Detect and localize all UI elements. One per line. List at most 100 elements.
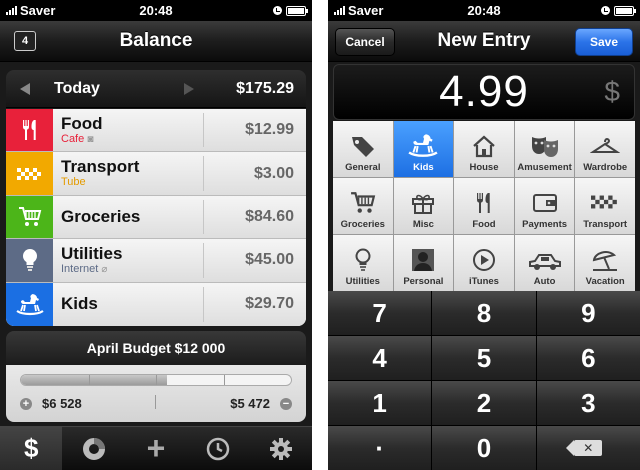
key-1[interactable]: 1 bbox=[328, 381, 432, 425]
category-label: Wardrobe bbox=[583, 162, 628, 173]
category-general[interactable]: General bbox=[333, 121, 393, 177]
utilities-color-tile bbox=[6, 239, 53, 282]
budget-progress-bar bbox=[20, 374, 292, 386]
tab-add-entry[interactable]: + bbox=[125, 427, 187, 470]
category-kids[interactable]: Kids bbox=[393, 121, 454, 177]
next-day-icon[interactable] bbox=[184, 82, 194, 95]
row-separator bbox=[194, 113, 204, 148]
category-amount: $3.00 bbox=[253, 164, 294, 182]
tab-reports[interactable] bbox=[62, 427, 124, 470]
category-misc[interactable]: Misc bbox=[393, 178, 454, 234]
category-amusement[interactable]: Amusement bbox=[514, 121, 575, 177]
category-name: Kids bbox=[61, 294, 98, 314]
key-6[interactable]: 6 bbox=[536, 336, 640, 380]
row-separator bbox=[194, 156, 204, 191]
category-amount: $45.00 bbox=[245, 251, 294, 269]
budget-divider bbox=[155, 395, 156, 409]
category-row-transport[interactable]: Transport Tube $3.00 bbox=[6, 152, 306, 196]
rocking-horse-icon bbox=[408, 134, 438, 157]
category-vacation[interactable]: Vacation bbox=[575, 235, 635, 291]
status-bar: Saver 20:48 bbox=[328, 0, 640, 21]
budget-box: + $6 528 $5 472− bbox=[6, 365, 306, 422]
cart-icon bbox=[18, 206, 41, 226]
category-label: Auto bbox=[533, 276, 556, 287]
budget-remaining: $5 472 bbox=[230, 396, 270, 411]
category-transport[interactable]: Transport bbox=[575, 178, 635, 234]
category-amount: $84.60 bbox=[245, 207, 294, 225]
category-list: Food Cafe ◙ $12.99 Transport Tube $3.00 … bbox=[6, 109, 306, 326]
category-row-groceries[interactable]: Groceries $84.60 bbox=[6, 195, 306, 240]
category-text: Kids bbox=[61, 295, 98, 313]
category-row-utilities[interactable]: Utilities Internet ⌀ $45.00 bbox=[6, 239, 306, 283]
tab-settings[interactable] bbox=[250, 427, 312, 470]
category-name: Transport bbox=[61, 157, 140, 177]
taxi-sign-icon bbox=[591, 195, 618, 209]
key-2[interactable]: 2 bbox=[432, 381, 536, 425]
day-total: $175.29 bbox=[236, 79, 294, 97]
key-0[interactable]: 0 bbox=[432, 426, 536, 470]
row-separator bbox=[194, 243, 204, 278]
wallet-icon bbox=[532, 194, 557, 212]
category-label: Utilities bbox=[345, 276, 380, 287]
person-icon bbox=[412, 249, 435, 271]
tab-balance[interactable]: $ bbox=[0, 427, 63, 470]
key-3[interactable]: 3 bbox=[536, 381, 640, 425]
category-utilities[interactable]: Utilities bbox=[333, 235, 393, 291]
key-4[interactable]: 4 bbox=[328, 336, 432, 380]
category-name: Food bbox=[61, 113, 103, 133]
battery-icon bbox=[614, 5, 636, 16]
category-text: Transport Tube bbox=[61, 158, 139, 189]
category-row-kids[interactable]: Kids $29.70 bbox=[6, 282, 306, 326]
key-8[interactable]: 8 bbox=[432, 291, 536, 335]
key-backspace[interactable]: ✕ bbox=[536, 426, 640, 470]
key-7[interactable]: 7 bbox=[328, 291, 432, 335]
category-groceries[interactable]: Groceries bbox=[333, 178, 393, 234]
category-payments[interactable]: Payments bbox=[514, 178, 575, 234]
budget-header: April Budget $12 000 bbox=[6, 331, 306, 365]
gift-icon bbox=[412, 194, 435, 214]
rocking-horse-icon bbox=[15, 294, 44, 316]
category-auto[interactable]: Auto bbox=[514, 235, 575, 291]
plus-icon: + bbox=[146, 430, 166, 466]
day-selector: Today $175.29 bbox=[6, 70, 306, 108]
category-sub: Tube bbox=[61, 176, 86, 189]
category-label: Misc bbox=[412, 219, 434, 230]
category-house[interactable]: House bbox=[454, 121, 514, 177]
prev-day-icon[interactable] bbox=[20, 82, 30, 95]
battery-icon bbox=[286, 5, 308, 16]
category-label: Payments bbox=[522, 219, 568, 230]
new-entry-screen: Saver 20:48 Cancel New Entry Save 4.99 $… bbox=[328, 0, 640, 470]
cart-icon bbox=[350, 192, 376, 213]
category-label: Personal bbox=[403, 276, 444, 287]
carrier-label: Saver bbox=[348, 3, 384, 18]
category-food[interactable]: Food bbox=[454, 178, 514, 234]
signal-icon bbox=[6, 6, 17, 15]
rotation-lock-icon bbox=[273, 6, 282, 15]
key-decimal[interactable]: · bbox=[328, 426, 432, 470]
row-separator bbox=[194, 286, 204, 322]
key-9[interactable]: 9 bbox=[536, 291, 640, 335]
currency-symbol[interactable]: $ bbox=[604, 76, 620, 108]
budget-progress-fill bbox=[21, 375, 167, 385]
carrier-group: Saver bbox=[334, 3, 383, 18]
category-personal[interactable]: Personal bbox=[393, 235, 454, 291]
category-row-food[interactable]: Food Cafe ◙ $12.99 bbox=[6, 109, 306, 153]
camera-icon: ◙ bbox=[87, 133, 94, 145]
save-button[interactable]: Save bbox=[575, 28, 633, 56]
category-text: Groceries bbox=[61, 207, 140, 226]
numeric-keypad: 7 8 9 4 5 6 1 2 3 · 0 ✕ bbox=[328, 291, 640, 470]
calendar-button[interactable]: 4 bbox=[14, 31, 36, 51]
progress-tick bbox=[88, 375, 90, 385]
category-text: Food Cafe ◙ bbox=[61, 113, 103, 146]
key-5[interactable]: 5 bbox=[432, 336, 536, 380]
cancel-button[interactable]: Cancel bbox=[335, 28, 395, 56]
spent-group: + $6 528 bbox=[20, 396, 82, 411]
category-itunes[interactable]: iTunes bbox=[454, 235, 514, 291]
category-label: iTunes bbox=[469, 276, 499, 287]
plus-circle-icon: + bbox=[20, 397, 32, 410]
category-wardrobe[interactable]: Wardrobe bbox=[575, 121, 635, 177]
tab-history[interactable] bbox=[187, 427, 249, 470]
amount-value: 4.99 bbox=[439, 67, 529, 116]
progress-tick bbox=[156, 375, 157, 385]
row-separator bbox=[194, 199, 204, 235]
